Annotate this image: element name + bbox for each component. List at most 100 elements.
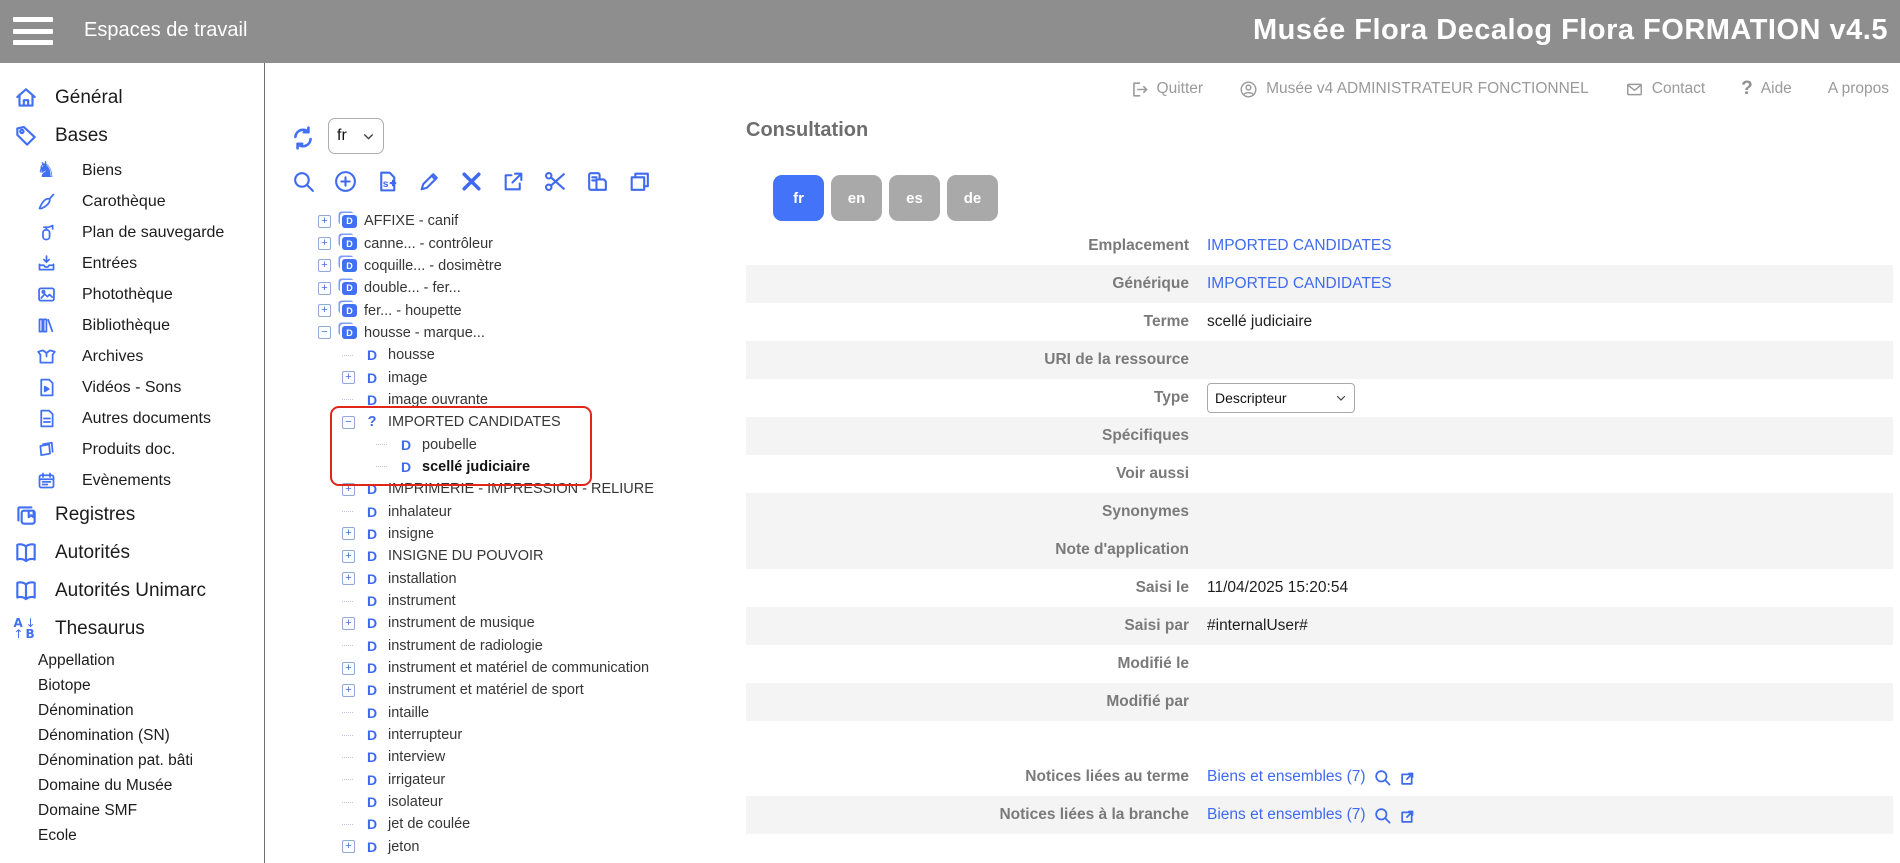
tree-node-label[interactable]: double... - fer... xyxy=(364,280,461,296)
field-value-link[interactable]: IMPORTED CANDIDATES xyxy=(1207,237,1392,255)
file-new-icon[interactable]: s xyxy=(375,169,400,199)
tree-node[interactable]: coquille... - dosimètre xyxy=(266,255,742,277)
tree-language-select[interactable]: fr xyxy=(328,118,384,154)
sidebar-item[interactable]: ♞ Biens xyxy=(0,155,264,186)
tree-expander[interactable] xyxy=(342,706,355,719)
tree-expander[interactable] xyxy=(318,326,331,339)
tree-node[interactable]: housse xyxy=(266,344,742,366)
tree-expander[interactable] xyxy=(342,684,355,697)
tree-node-label[interactable]: instrument et matériel de communication xyxy=(388,660,649,676)
help-link[interactable]: ? Aide xyxy=(1741,78,1792,100)
tree-expander[interactable] xyxy=(318,215,331,228)
tree-node-label[interactable]: image ouvrante xyxy=(388,392,488,408)
sidebar-item[interactable]: Plan de sauvegarde xyxy=(0,217,264,248)
sidebar-item[interactable]: Dénomination (SN) xyxy=(32,723,264,748)
sidebar-item[interactable]: Photothèque xyxy=(0,279,264,310)
tree-node[interactable]: housse - marque... xyxy=(266,322,742,344)
sidebar-item[interactable]: Carothèque xyxy=(0,186,264,217)
tree-node[interactable]: IMPRIMERIE - IMPRESSION - RELIURE xyxy=(266,478,742,500)
open-frame-icon[interactable] xyxy=(1399,806,1418,825)
tree-node[interactable]: interrupteur xyxy=(266,724,742,746)
tree-node-label[interactable]: coquille... - dosimètre xyxy=(364,258,502,274)
tree-node-label[interactable]: irrigateur xyxy=(388,772,445,788)
tree-expander[interactable] xyxy=(342,617,355,630)
tree-node-label[interactable]: INSIGNE DU POUVOIR xyxy=(388,548,544,564)
search-icon[interactable] xyxy=(291,169,316,199)
tree-node[interactable]: image xyxy=(266,366,742,388)
tree-expander[interactable] xyxy=(342,572,355,585)
tree-expander[interactable] xyxy=(342,349,355,362)
tree-expander[interactable] xyxy=(342,729,355,742)
quit-link[interactable]: Quitter xyxy=(1130,80,1204,99)
tree-node[interactable]: instrument et matériel de sport xyxy=(266,679,742,701)
tree-expander[interactable] xyxy=(342,840,355,853)
tree-node-label[interactable]: instrument xyxy=(388,593,456,609)
language-tab[interactable]: en xyxy=(831,175,882,221)
notice-value-link[interactable]: Biens et ensembles (7) xyxy=(1207,806,1366,824)
type-select[interactable]: Descripteur xyxy=(1207,383,1355,413)
tree-expander[interactable] xyxy=(318,282,331,295)
sidebar-item[interactable]: Dénomination pat. bâti xyxy=(32,748,264,773)
tree-node-label[interactable]: poubelle xyxy=(422,437,477,453)
tree-node-label[interactable]: IMPORTED CANDIDATES xyxy=(388,414,561,430)
contact-link[interactable]: Contact xyxy=(1625,80,1705,99)
tree-node-label[interactable]: AFFIXE - canif xyxy=(364,213,458,229)
tree-node-label[interactable]: instrument et matériel de sport xyxy=(388,682,584,698)
tree-node-label[interactable]: installation xyxy=(388,571,457,587)
tree-expander[interactable] xyxy=(342,796,355,809)
tree-expander[interactable] xyxy=(342,639,355,652)
notice-value-link[interactable]: Biens et ensembles (7) xyxy=(1207,768,1366,786)
tree-expander[interactable] xyxy=(342,505,355,518)
tree-node-label[interactable]: interview xyxy=(388,749,445,765)
tree-node[interactable]: insigne xyxy=(266,523,742,545)
tree-node[interactable]: canne... - contrôleur xyxy=(266,232,742,254)
tree-node[interactable]: INSIGNE DU POUVOIR xyxy=(266,545,742,567)
tree-expander[interactable] xyxy=(376,438,389,451)
sidebar-item[interactable]: Entrées xyxy=(0,248,264,279)
sidebar-item[interactable]: Dénomination xyxy=(32,698,264,723)
sidebar-item[interactable]: Bases xyxy=(0,117,264,155)
about-link[interactable]: A propos xyxy=(1828,80,1889,98)
sidebar-item[interactable]: Bibliothèque xyxy=(0,310,264,341)
sidebar-item[interactable]: Autorités Unimarc xyxy=(0,572,264,610)
tree-expander[interactable] xyxy=(318,237,331,250)
tree-node[interactable]: jet de coulée xyxy=(266,813,742,835)
tree-node-label[interactable]: insigne xyxy=(388,526,434,542)
tree-node[interactable]: isolateur xyxy=(266,791,742,813)
tree-node[interactable]: poubelle xyxy=(266,433,742,455)
tree-node-label[interactable]: jet de coulée xyxy=(388,816,470,832)
cut-scissors-icon[interactable] xyxy=(543,169,568,199)
tree-node-label[interactable]: housse - marque... xyxy=(364,325,485,341)
sidebar-item[interactable]: Appellation xyxy=(32,648,264,673)
search-icon[interactable] xyxy=(1373,806,1392,825)
field-value-link[interactable]: IMPORTED CANDIDATES xyxy=(1207,275,1392,293)
tree-expander[interactable] xyxy=(342,595,355,608)
workspaces-label[interactable]: Espaces de travail xyxy=(84,19,247,42)
tree-expander[interactable] xyxy=(342,527,355,540)
tree-expander[interactable] xyxy=(376,460,389,473)
sidebar-item[interactable]: Registres xyxy=(0,496,264,534)
tree-expander[interactable] xyxy=(342,483,355,496)
search-icon[interactable] xyxy=(1373,768,1392,787)
tree-node-label[interactable]: instrument de radiologie xyxy=(388,638,543,654)
tree-node[interactable]: fer... - houpette xyxy=(266,299,742,321)
tree-expander[interactable] xyxy=(342,818,355,831)
tree-node-label[interactable]: housse xyxy=(388,347,435,363)
sidebar-item[interactable]: Vidéos - Sons xyxy=(0,372,264,403)
tree-node[interactable]: interview xyxy=(266,746,742,768)
tree-node-label[interactable]: IMPRIMERIE - IMPRESSION - RELIURE xyxy=(388,481,654,497)
user-menu[interactable]: Musée v4 ADMINISTRATEUR FONCTIONNEL xyxy=(1239,80,1589,99)
sidebar-item[interactable]: Autres documents xyxy=(0,403,264,434)
tree-node[interactable]: double... - fer... xyxy=(266,277,742,299)
language-tab[interactable]: es xyxy=(889,175,940,221)
sidebar-item[interactable]: Ecole xyxy=(32,823,264,848)
tree-expander[interactable] xyxy=(318,259,331,272)
sidebar-item[interactable]: A↓↑B Thesaurus xyxy=(0,610,264,648)
tree-node-label[interactable]: instrument de musique xyxy=(388,615,535,631)
tree-node[interactable]: intaille xyxy=(266,702,742,724)
delete-x-icon[interactable] xyxy=(459,169,484,199)
tree-node[interactable]: image ouvrante xyxy=(266,389,742,411)
tree-expander[interactable] xyxy=(342,751,355,764)
tree-expander[interactable] xyxy=(342,550,355,563)
tree-node[interactable]: AFFIXE - canif xyxy=(266,210,742,232)
